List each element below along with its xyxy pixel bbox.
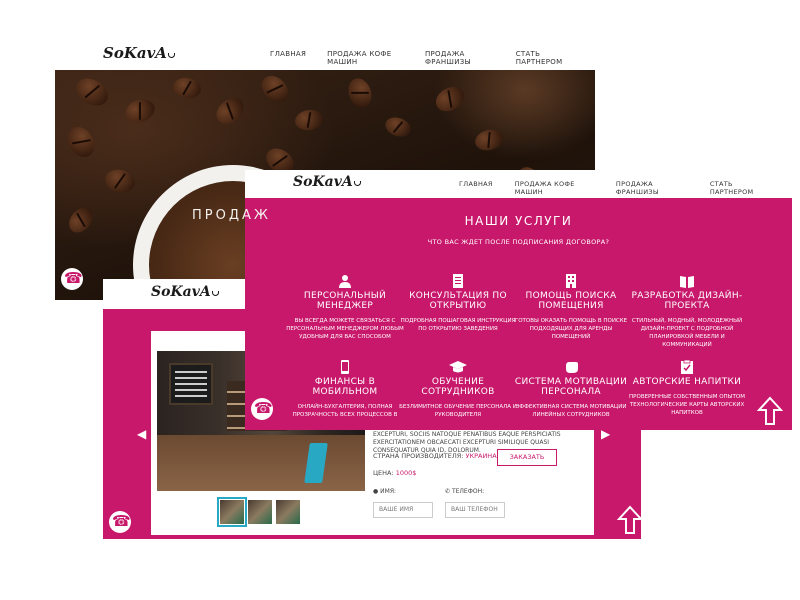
- service-item: Консультация по открытию Подробная пошаг…: [398, 274, 518, 333]
- service-text: Стильный, модный, молодежный дизайн-прое…: [631, 318, 743, 348]
- coffee-bean: [64, 202, 98, 238]
- order-button[interactable]: Заказать: [497, 449, 557, 466]
- cup-icon: [167, 53, 175, 58]
- phone-label: ✆ Телефон:: [445, 488, 484, 495]
- phone-small-icon: ✆: [445, 488, 451, 495]
- chair-image: [304, 443, 328, 483]
- mockup-stage: SoKavA Главная Продажа кофе машин Продаж…: [0, 0, 800, 600]
- book-icon: [680, 276, 694, 288]
- coffee-bean: [71, 73, 113, 111]
- building-icon: [566, 274, 576, 288]
- nav-item-partner[interactable]: Стать партнером: [710, 180, 770, 196]
- logo-text: SoKavA: [103, 44, 167, 62]
- service-item: Персональный менеджер Вы всегда можете с…: [285, 274, 405, 341]
- coffee-bean: [62, 122, 100, 162]
- mobile-icon: [341, 360, 349, 374]
- nav-item-machines[interactable]: Продажа кофе машин: [515, 180, 594, 196]
- coffee-bean: [382, 114, 414, 140]
- service-item: Обучение сотрудников Безлимитное обучени…: [398, 360, 518, 419]
- nav-item-home[interactable]: Главная: [270, 50, 306, 66]
- service-name: Финансы в мобильном: [312, 377, 378, 397]
- nav-menu: Главная Продажа кофе машин Продажа франш…: [270, 50, 595, 66]
- top-navbar: SoKavA Главная Продажа кофе машин Продаж…: [245, 170, 792, 198]
- nav-item-machines[interactable]: Продажа кофе машин: [327, 50, 404, 66]
- service-name: Разработка дизайн-проекта: [631, 291, 743, 311]
- service-item: Финансы в мобильном Онлайн-бухгалтерия, …: [285, 360, 405, 419]
- thumbnail-strip: [217, 497, 303, 527]
- scroll-up-icon[interactable]: [757, 396, 783, 426]
- coffee-bean: [256, 70, 294, 108]
- coffee-bean: [344, 75, 376, 111]
- service-text: Безлимитное обучение персонала и руковод…: [399, 404, 517, 418]
- cup-icon: [211, 291, 219, 296]
- brand-logo[interactable]: SoKavA: [103, 44, 175, 62]
- country-label: Страна производителя:: [373, 452, 464, 460]
- brand-logo[interactable]: SoKavA: [293, 174, 361, 190]
- service-item: Разработка дизайн-проекта Стильный, модн…: [627, 274, 747, 349]
- brand-logo[interactable]: SoKavA: [151, 284, 219, 300]
- coffee-bean: [431, 81, 469, 117]
- service-item: Авторские напитки Проверенные собственны…: [627, 360, 747, 417]
- checklist-icon: [681, 360, 693, 374]
- nav-item-home[interactable]: Главная: [459, 180, 493, 196]
- service-name: Персональный менеджер: [303, 291, 387, 311]
- service-text: Эффективная система мотивации линейных с…: [515, 404, 627, 418]
- hero-heading: ПРОДАЖ: [192, 208, 271, 223]
- phone-icon[interactable]: [251, 398, 273, 420]
- service-name: Помощь поиска помещения: [525, 291, 617, 311]
- nav-item-franchise[interactable]: Продажа франшизы: [616, 180, 688, 196]
- logo-text: SoKavA: [293, 174, 353, 190]
- scroll-up-icon[interactable]: [617, 505, 641, 535]
- service-text: Вы всегда можете связаться с персональны…: [286, 318, 404, 340]
- coffee-bean: [102, 166, 138, 196]
- cup-icon: [353, 181, 361, 186]
- service-name: Авторские напитки: [632, 377, 742, 387]
- thumbnail-2[interactable]: [247, 499, 273, 525]
- nav-item-franchise[interactable]: Продажа франшизы: [425, 50, 495, 66]
- price-value: 1000$: [395, 469, 417, 477]
- service-name: Консультация по открытию: [409, 291, 507, 311]
- phone-input[interactable]: Ваш телефон: [445, 502, 505, 518]
- price-label: Цена:: [373, 469, 394, 477]
- service-name: Система мотивации персонала: [514, 377, 628, 397]
- person-icon: [339, 275, 351, 288]
- phone-icon[interactable]: [61, 268, 83, 290]
- menu-board-image: [169, 363, 213, 405]
- graduation-cap-icon: [449, 361, 467, 373]
- logo-text: SoKavA: [151, 284, 211, 300]
- chevron-left-icon[interactable]: ◀: [137, 427, 146, 441]
- phone-label-text: Телефон:: [451, 488, 485, 495]
- nav-item-partner[interactable]: Стать партнером: [516, 50, 574, 66]
- services-title: Наши услуги: [464, 214, 573, 228]
- price-row: Цена: 1000$: [373, 469, 416, 477]
- services-subtitle: Что вас ждет после подписания договора?: [427, 238, 610, 246]
- hand-icon: [566, 362, 578, 373]
- coffee-bean: [211, 92, 249, 130]
- country-row: Страна производителя: Украина: [373, 452, 497, 460]
- service-text: Подробная пошаговая инструкция по открыт…: [400, 318, 516, 332]
- name-label-text: Имя:: [380, 488, 397, 495]
- phone-icon[interactable]: [109, 511, 131, 533]
- service-text: Онлайн-бухгалтерия, полная прозрачность …: [292, 404, 398, 418]
- service-text: Проверенные собственным опытом технологи…: [629, 394, 745, 416]
- thumbnail-1[interactable]: [217, 497, 247, 527]
- document-icon: [453, 274, 463, 288]
- service-item: Система мотивации персонала Эффективная …: [511, 360, 631, 419]
- service-text: Готовы оказать помощь в поиске подходящи…: [514, 318, 628, 340]
- service-name: Обучение сотрудников: [421, 377, 495, 397]
- screen-services: SoKavA Главная Продажа кофе машин Продаж…: [245, 170, 792, 430]
- coffee-bean: [122, 95, 158, 127]
- top-navbar: SoKavA Главная Продажа кофе машин Продаж…: [55, 40, 595, 70]
- country-value: Украина: [465, 452, 497, 460]
- name-label: ● Имя:: [373, 488, 396, 495]
- coffee-bean: [293, 107, 325, 133]
- service-item: Помощь поиска помещения Готовы оказать п…: [511, 274, 631, 341]
- thumbnail-3[interactable]: [275, 499, 301, 525]
- coffee-bean: [472, 126, 506, 154]
- coffee-bean: [171, 75, 203, 101]
- name-input[interactable]: Ваше имя: [373, 502, 433, 518]
- user-icon: ●: [373, 488, 379, 495]
- nav-menu: Главная Продажа кофе машин Продажа франш…: [459, 180, 792, 196]
